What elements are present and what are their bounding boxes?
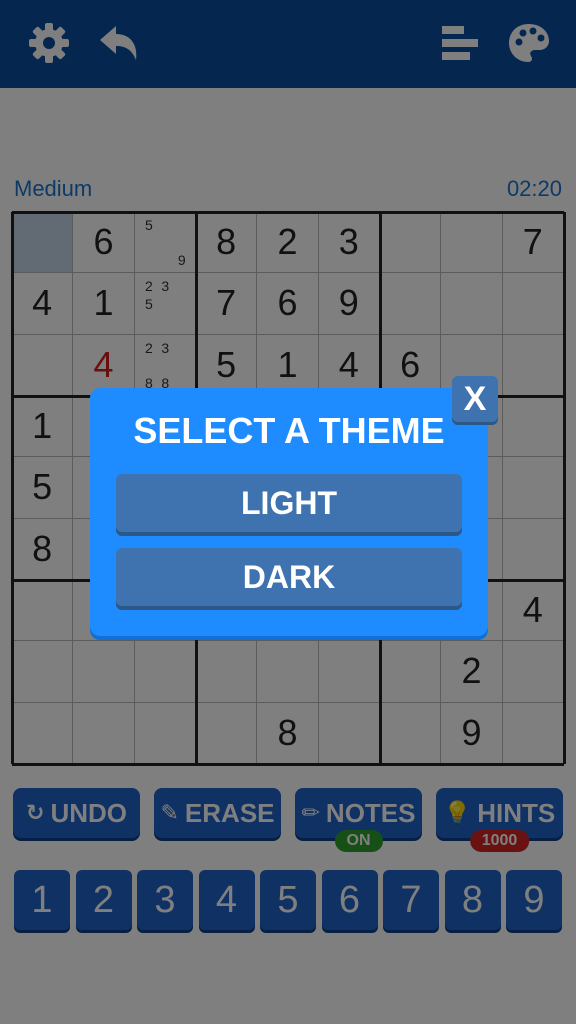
dark-theme-button[interactable]: DARK	[116, 548, 462, 606]
light-theme-button[interactable]: LIGHT	[116, 474, 462, 532]
dialog-title: SELECT A THEME	[133, 410, 445, 451]
close-dialog-button[interactable]: X	[452, 376, 498, 422]
theme-dialog: SELECT A THEME LIGHT DARK	[90, 388, 488, 636]
